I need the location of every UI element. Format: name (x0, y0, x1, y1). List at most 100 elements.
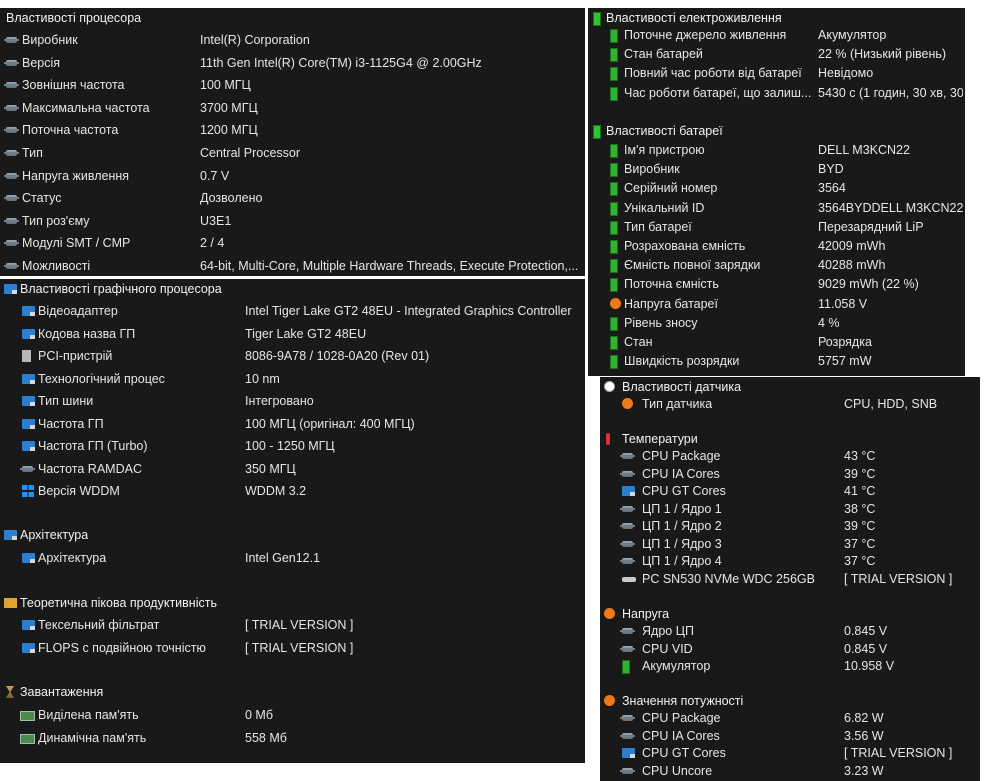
list-item[interactable]: Виробник BYD (588, 159, 965, 179)
list-item[interactable]: Напруга батареї 11.058 V (588, 294, 965, 314)
item-value: Intel Gen12.1 (245, 551, 321, 565)
list-item[interactable]: PC SN530 NVMe WDC 256GB [ TRIAL VERSION ] (600, 569, 980, 589)
list-item[interactable]: Кодова назва ГП Tiger Lake GT2 48EU (0, 324, 585, 344)
item-label: Частота ГП (38, 416, 104, 431)
chip-icon (4, 217, 19, 224)
item-value: 0 Мб (245, 708, 273, 722)
item-value: 0.7 V (200, 168, 230, 183)
list-item[interactable]: Стан батарей 22 % (Низький рівень) (588, 44, 965, 64)
item-label: Ємність повної зарядки (624, 258, 761, 273)
list-item[interactable]: FLOPS с подвійною точністю [ TRIAL VERSIO… (0, 638, 585, 658)
list-item[interactable]: Частота ГП (Turbo) 100 - 1250 МГЦ (0, 436, 585, 456)
list-item[interactable]: Зовнішня частота 100 МГЦ (0, 75, 585, 95)
list-item[interactable]: Акумулятор 10.958 V (600, 656, 980, 676)
pci-icon (22, 350, 31, 362)
item-label: Максимальна частота (22, 100, 150, 115)
list-item[interactable]: Поточна частота 1200 МГЦ (0, 120, 585, 140)
item-label: Зовнішня частота (22, 78, 125, 93)
list-item[interactable]: Максимальна частота 3700 МГЦ (0, 98, 585, 118)
list-item[interactable]: Розрахована ємність 42009 mWh (588, 236, 965, 256)
list-item[interactable]: PCI-пристрій 8086-9A78 / 1028-0A20 (Rev 0… (0, 346, 585, 366)
list-item[interactable]: Серійний номер 3564 (588, 178, 965, 198)
list-item[interactable]: Тип шини Інтегровано (0, 391, 585, 411)
item-value: Intel(R) Corporation (200, 33, 310, 47)
list-item[interactable]: Час роботи батареї, що залиш... 5430 с (1… (588, 83, 965, 103)
list-item[interactable]: Технологічний процес 10 nm (0, 369, 585, 389)
list-item[interactable]: Рівень зносу 4 % (588, 313, 965, 333)
list-item[interactable]: Швидкість розрядки 5757 mW (588, 351, 965, 371)
list-item[interactable]: Можливості 64-bit, Multi-Core, Multiple H… (0, 256, 585, 276)
item-label: Можливості (22, 259, 91, 273)
list-item[interactable]: Виділена пам'ять 0 Мб (0, 705, 585, 725)
list-item[interactable]: Частота RAMDAC 350 МГЦ (0, 459, 585, 479)
list-item[interactable]: Ємність повної зарядки 40288 mWh (588, 255, 965, 275)
item-value: 3564BYDDELL M3KCN22 (818, 200, 963, 215)
item-value: Central Processor (200, 146, 301, 160)
chip-icon (620, 470, 635, 477)
item-label: Модулі SMT / CMP (22, 236, 131, 251)
item-label: Поточна ємність (624, 277, 719, 292)
list-item[interactable]: Статус Дозволено (0, 188, 585, 208)
item-label: Кодова назва ГП (38, 326, 136, 341)
item-label: Швидкість розрядки (624, 354, 740, 369)
list-item[interactable]: CPU Uncore 3.23 W (600, 761, 980, 781)
load-header[interactable]: Завантаження (0, 682, 585, 702)
list-item[interactable]: Версія 11th Gen Intel(R) Core(TM) i3-1125… (0, 53, 585, 73)
item-label: Унікальний ID (624, 200, 705, 215)
list-item[interactable]: Ім'я пристрою DELL M3KCN22 (588, 140, 965, 160)
item-value: Розрядка (818, 335, 872, 349)
list-item[interactable]: Виробник Intel(R) Corporation (0, 30, 585, 50)
list-item[interactable]: Версія WDDM WDDM 3.2 (0, 481, 585, 501)
chip-icon (620, 645, 635, 652)
list-item[interactable]: Архітектура Intel Gen12.1 (0, 548, 585, 568)
gpu-properties-header[interactable]: Властивості графічного процесора (0, 279, 585, 299)
list-item[interactable]: Відеоадаптер Intel Tiger Lake GT2 48EU - … (0, 301, 585, 321)
item-label: Виробник (624, 162, 680, 177)
item-label: Тип батареї (624, 219, 692, 234)
gpu-icon (622, 486, 635, 496)
item-value: 3.23 W (844, 763, 884, 778)
battery-icon (610, 259, 618, 274)
sensor-panel: Властивості датчика Тип датчика CPU, HDD… (600, 377, 980, 781)
item-value: [ TRIAL VERSION ] (245, 640, 354, 655)
list-item[interactable]: Динамічна пам'ять 558 Мб (0, 728, 585, 748)
gpu-icon (22, 396, 35, 406)
sensor-type-row[interactable]: Тип датчика CPU, HDD, SNB (600, 394, 980, 414)
list-item[interactable]: Тексельний фільтрат [ TRIAL VERSION ] (0, 615, 585, 635)
list-item[interactable]: Тип батареї Перезарядний LiP (588, 217, 965, 237)
list-item[interactable]: Тип роз'єму U3E1 (0, 211, 585, 231)
battery-icon (610, 48, 618, 63)
gpu-icon (22, 620, 35, 630)
item-label: FLOPS с подвійною точністю (38, 640, 206, 655)
list-item[interactable]: Частота ГП 100 МГЦ (оригінал: 400 МГЦ) (0, 414, 585, 434)
item-label: Час роботи батареї, що залиш... (624, 85, 812, 100)
list-item[interactable]: Модулі SMT / CMP 2 / 4 (0, 233, 585, 253)
sensor-icon (604, 381, 615, 392)
cpu-properties-panel: Властивості процесора Виробник Intel(R) C… (0, 8, 585, 276)
list-item[interactable]: Стан Розрядка (588, 332, 965, 352)
item-label: Тип шини (38, 394, 94, 408)
battery-icon (593, 12, 601, 26)
list-item[interactable]: Повний час роботи від батареї Невідомо (588, 63, 965, 83)
item-label: Динамічна пам'ять (38, 730, 147, 745)
gpu-icon (22, 441, 35, 451)
item-value: [ TRIAL VERSION ] (245, 618, 354, 632)
peak-performance-header[interactable]: Теоретична пікова продуктивність (0, 593, 585, 613)
battery-properties-header[interactable]: Властивості батареї (588, 121, 965, 141)
list-item[interactable]: Тип Central Processor (0, 143, 585, 163)
folder-icon (4, 598, 17, 608)
item-value: 22 % (Низький рівень) (818, 47, 947, 62)
item-label: Тип (22, 146, 43, 160)
list-item[interactable]: Поточне джерело живлення Акумулятор (588, 25, 965, 45)
battery-icon (610, 86, 618, 101)
item-value: 42009 mWh (818, 239, 886, 253)
item-label: Розрахована ємність (624, 239, 746, 253)
architecture-header[interactable]: Архітектура (0, 525, 585, 545)
list-item[interactable]: Поточна ємність 9029 mWh (22 %) (588, 274, 965, 294)
item-value: 40288 mWh (818, 258, 886, 273)
list-item[interactable]: Унікальний ID 3564BYDDELL M3KCN22 (588, 198, 965, 218)
cpu-properties-header[interactable]: Властивості процесора (0, 8, 585, 28)
item-label: Версія (22, 55, 61, 70)
item-label: Стан (624, 335, 653, 349)
list-item[interactable]: Напруга живлення 0.7 V (0, 166, 585, 186)
